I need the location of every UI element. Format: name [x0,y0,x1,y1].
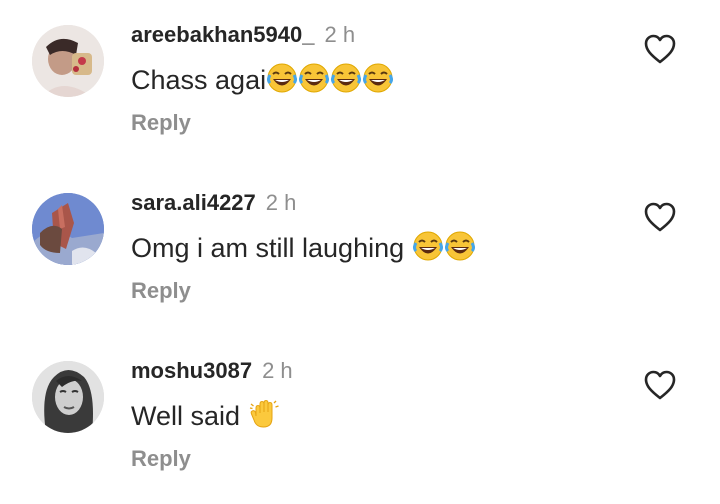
comment-item: areebakhan5940_ 2 h Chass agai Reply [0,0,720,168]
comment-text: Chass agai [131,62,394,96]
joy-emoji [330,62,362,94]
avatar[interactable] [32,361,104,433]
timestamp: 2 h [324,22,356,47]
reply-button[interactable]: Reply [131,446,191,472]
avatar[interactable] [32,193,104,265]
comment-text: Omg i am still laughing [131,230,476,264]
timestamp: 2 h [265,190,297,215]
joy-emoji [362,62,394,94]
comment-body: Well said [131,401,248,431]
joy-emoji [266,62,298,94]
comment-body: Omg i am still laughing [131,233,412,263]
comment-item: moshu3087 2 h Well said Reply [0,336,720,504]
heart-icon[interactable] [643,33,677,65]
comment-body: Chass agai [131,65,267,95]
comment-meta: areebakhan5940_ 2 h [131,22,355,48]
timestamp: 2 h [262,358,293,383]
comment-text: Well said [131,398,280,432]
joy-emoji [298,62,330,94]
comment-item: sara.ali4227 2 h Omg i am still laughing … [0,168,720,336]
heart-icon[interactable] [643,369,677,401]
avatar[interactable] [32,25,104,97]
joy-emoji [412,230,444,262]
heart-icon[interactable] [643,201,677,233]
username[interactable]: areebakhan5940_ [131,22,314,47]
comment-meta: sara.ali4227 2 h [131,190,296,216]
reply-button[interactable]: Reply [131,278,191,304]
waving-hand-emoji [248,398,280,430]
username[interactable]: sara.ali4227 [131,190,256,215]
comment-meta: moshu3087 2 h [131,358,293,384]
reply-button[interactable]: Reply [131,110,191,136]
joy-emoji [444,230,476,262]
username[interactable]: moshu3087 [131,358,252,383]
